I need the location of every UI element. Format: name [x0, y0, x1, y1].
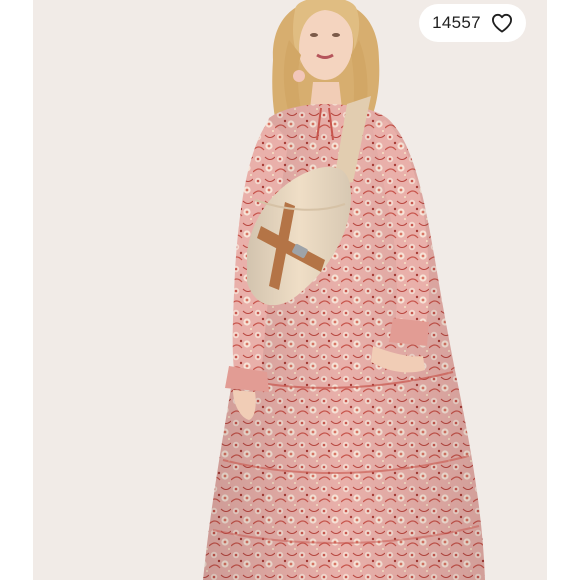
heart-outline-icon	[491, 13, 513, 33]
listing-photo[interactable]	[33, 0, 547, 580]
like-button[interactable]: 14557	[419, 4, 526, 42]
like-count: 14557	[432, 13, 481, 32]
model-photo-illustration	[33, 0, 547, 580]
screen: 14557	[0, 0, 580, 580]
